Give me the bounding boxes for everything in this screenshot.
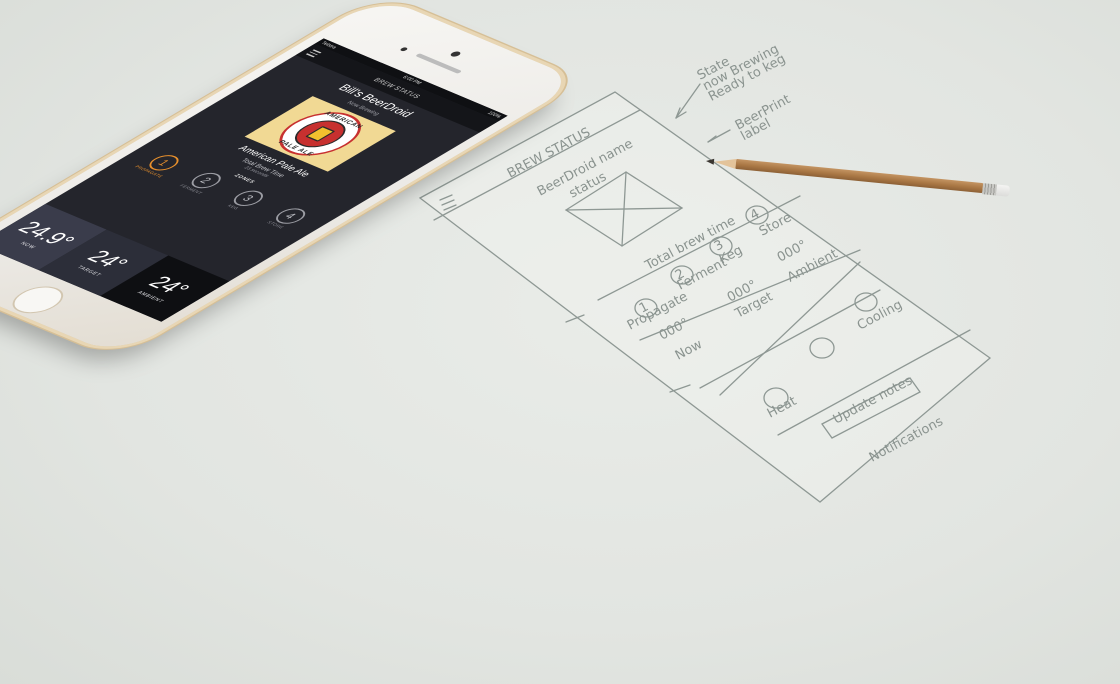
wireframe-sketch: BREW STATUS BeerDroid name status Total …	[418, 30, 992, 503]
pencil-tip	[705, 158, 715, 165]
sketch-note-label: BeerPrintlabel	[733, 92, 799, 144]
temp-now-value: 24.9°	[12, 217, 81, 251]
sketch-note-state: Statenow BrewingReady to keg	[695, 30, 788, 104]
pencil-ferrule	[982, 182, 998, 195]
beer-mug-icon	[305, 125, 336, 142]
front-camera	[448, 50, 463, 58]
pencil-eraser	[996, 184, 1011, 197]
beer-label-badge: AMERICAN PALE ALE	[262, 104, 378, 164]
pencil-cone	[713, 156, 737, 169]
proximity-sensor	[399, 46, 409, 52]
